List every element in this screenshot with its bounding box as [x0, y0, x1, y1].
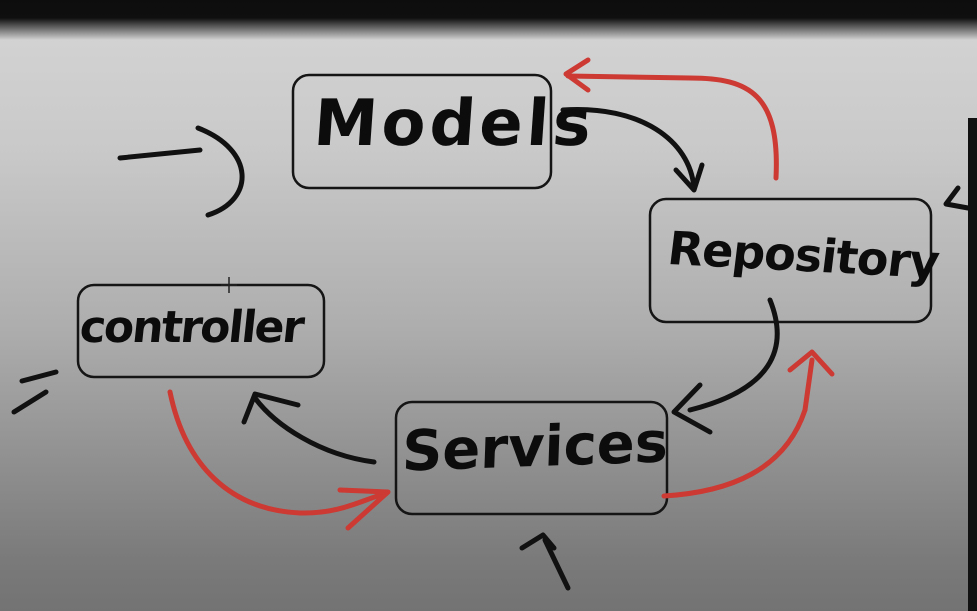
arrow-controller-to-services [167, 389, 387, 516]
arrow-services-to-repository [661, 357, 815, 499]
pointer-stroke-left-edge [11, 369, 59, 415]
bracket-stroke-left [195, 125, 245, 218]
pointer-head-bottom [519, 532, 557, 551]
node-label-models: Models [311, 87, 598, 161]
node-label-controller: controller [77, 302, 306, 353]
node-label-repository: Repository [664, 221, 942, 289]
cursor-crosshair [221, 277, 237, 293]
pointer-stroke-bottom [542, 537, 571, 591]
arrow-repository-to-services [687, 297, 780, 413]
node-label-services: Services [400, 410, 670, 485]
right-edge-bar [968, 118, 977, 611]
pointer-stroke-top-left [117, 147, 203, 161]
arrow-repository-to-models [565, 73, 779, 181]
pointer-mark-right-edge [943, 185, 971, 211]
arrow-services-to-controller [252, 395, 377, 465]
